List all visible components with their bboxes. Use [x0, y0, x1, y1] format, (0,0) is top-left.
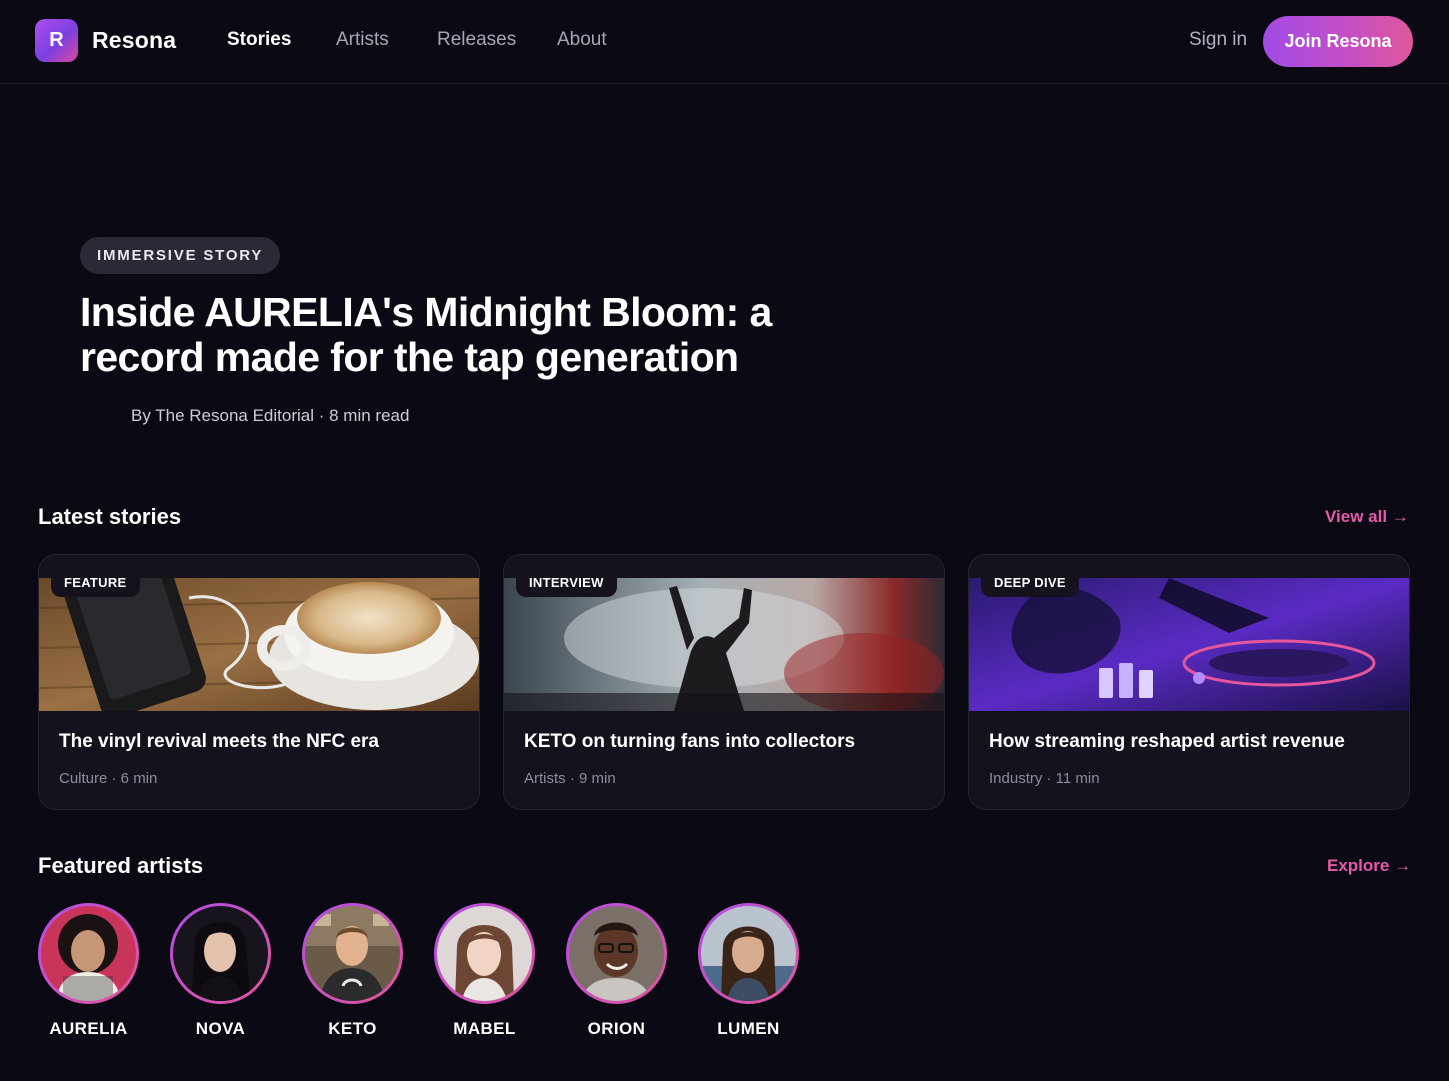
avatar[interactable]: [698, 903, 799, 1004]
explore-link[interactable]: Explore →: [1327, 856, 1411, 876]
artist-keto[interactable]: KETO: [302, 903, 403, 1038]
nav-link-about[interactable]: About: [557, 29, 607, 51]
hero-title[interactable]: Inside AURELIA's Midnight Bloom: a recor…: [80, 290, 840, 380]
story-badge: INTERVIEW: [516, 567, 617, 597]
artist-name: AURELIA: [49, 1019, 128, 1038]
avatar[interactable]: [38, 903, 139, 1004]
avatar[interactable]: [302, 903, 403, 1004]
brand-name[interactable]: Resona: [92, 27, 176, 54]
artist-orion[interactable]: ORION: [566, 903, 667, 1038]
dj-turntable-photo: [969, 578, 1409, 711]
view-all-link[interactable]: View all →: [1325, 507, 1409, 527]
artist-name: NOVA: [195, 1019, 246, 1038]
artist-mabel[interactable]: MABEL: [434, 903, 535, 1038]
story-card[interactable]: DEEP DIVE How streaming reshaped artist …: [968, 554, 1410, 810]
latest-stories-heading: Latest stories: [38, 504, 182, 529]
sign-in-link[interactable]: Sign in: [1189, 29, 1247, 51]
avatar[interactable]: [434, 903, 535, 1004]
story-badge: FEATURE: [51, 567, 140, 597]
top-navigation: R Resona Stories Artists Releases About …: [0, 0, 1449, 84]
featured-artists-heading: Featured artists: [38, 853, 204, 878]
coffee-photo: [39, 578, 479, 711]
artist-aurelia[interactable]: AURELIA: [38, 903, 139, 1038]
story-card[interactable]: INTERVIEW KETO on turning fans into coll…: [503, 554, 945, 810]
story-badge: DEEP DIVE: [981, 567, 1079, 597]
story-meta: Culture · 6 min: [59, 770, 158, 787]
artist-name: ORION: [587, 1019, 646, 1038]
nav-link-stories[interactable]: Stories: [227, 29, 291, 51]
artist-name: MABEL: [453, 1019, 516, 1038]
story-title[interactable]: How streaming reshaped artist revenue: [989, 731, 1345, 753]
join-button[interactable]: Join Resona: [1263, 16, 1413, 67]
artist-lumen[interactable]: LUMEN: [698, 903, 799, 1038]
avatar[interactable]: [566, 903, 667, 1004]
concert-photo: [504, 578, 944, 711]
story-meta: Industry · 11 min: [989, 770, 1100, 787]
nav-link-artists[interactable]: Artists: [336, 29, 389, 51]
story-title[interactable]: The vinyl revival meets the NFC era: [59, 731, 379, 753]
artist-name: KETO: [328, 1019, 377, 1038]
avatar[interactable]: [170, 903, 271, 1004]
hero-byline: By The Resona Editorial · 8 min read: [131, 406, 410, 425]
nav-link-releases[interactable]: Releases: [437, 29, 516, 51]
logo-mark[interactable]: R: [35, 19, 78, 62]
hero-tag: IMMERSIVE STORY: [80, 237, 281, 274]
story-meta: Artists · 9 min: [524, 770, 616, 787]
artist-name: LUMEN: [717, 1019, 780, 1038]
story-card[interactable]: FEATURE The vinyl revival meets the NFC …: [38, 554, 480, 810]
artist-nova[interactable]: NOVA: [170, 903, 271, 1038]
story-title[interactable]: KETO on turning fans into collectors: [524, 731, 855, 753]
